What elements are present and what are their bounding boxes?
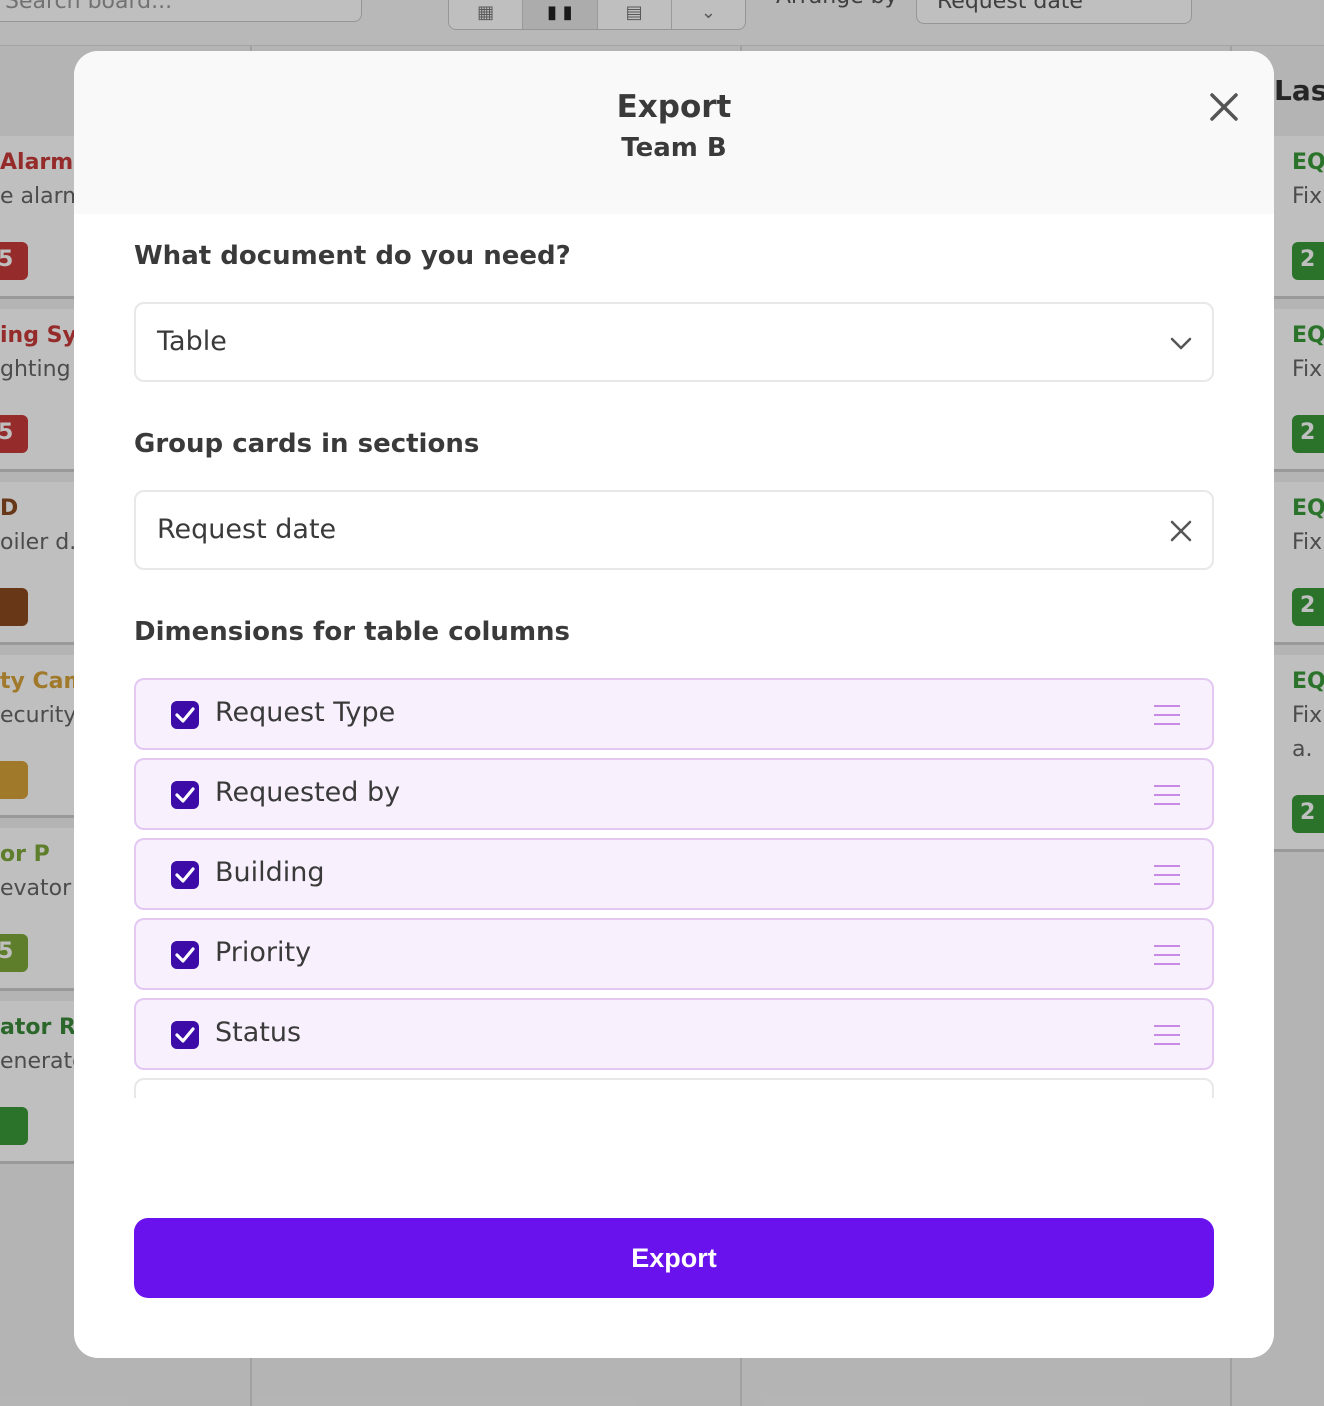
drag-handle-icon[interactable] xyxy=(1152,702,1182,728)
group-sections-label: Group cards in sections xyxy=(134,429,480,459)
dimension-row[interactable] xyxy=(134,1078,1214,1098)
modal-header: Export Team B xyxy=(74,51,1274,214)
dimension-row[interactable]: Status xyxy=(134,998,1214,1070)
modal-title: Export xyxy=(616,89,732,125)
export-modal: Export Team B What document do you need?… xyxy=(74,51,1274,1358)
dimension-label: Status xyxy=(215,1017,302,1048)
dimension-label: Building xyxy=(215,857,325,888)
document-type-select[interactable]: Table xyxy=(134,302,1214,382)
document-type-value: Table xyxy=(157,326,227,357)
dimension-row[interactable]: Priority xyxy=(134,918,1214,990)
dimensions-label: Dimensions for table columns xyxy=(134,617,571,647)
chevron-down-icon xyxy=(1170,337,1192,350)
drag-handle-icon[interactable] xyxy=(1152,782,1182,808)
drag-handle-icon[interactable] xyxy=(1152,942,1182,968)
drag-handle-icon[interactable] xyxy=(1152,1022,1182,1048)
dimension-row[interactable]: Building xyxy=(134,838,1214,910)
checkbox-checked-icon[interactable] xyxy=(170,940,200,970)
checkbox-checked-icon[interactable] xyxy=(170,780,200,810)
drag-handle-icon[interactable] xyxy=(1152,862,1182,888)
dimension-label: Request Type xyxy=(215,697,396,728)
close-button[interactable] xyxy=(1204,87,1244,127)
document-type-label: What document do you need? xyxy=(134,241,571,271)
checkbox-checked-icon[interactable] xyxy=(170,700,200,730)
dimension-row[interactable]: Request Type xyxy=(134,678,1214,750)
clear-icon[interactable] xyxy=(1164,514,1198,548)
dimension-row[interactable]: Requested by xyxy=(134,758,1214,830)
checkbox-checked-icon[interactable] xyxy=(170,1020,200,1050)
group-sections-select[interactable]: Request date xyxy=(134,490,1214,570)
export-button[interactable]: Export xyxy=(134,1218,1214,1298)
modal-subtitle: Team B xyxy=(621,133,727,163)
dimension-label: Priority xyxy=(215,937,312,968)
dimensions-list[interactable]: Request Type Requested by Building Prior… xyxy=(134,678,1214,1098)
checkbox-checked-icon[interactable] xyxy=(170,860,200,890)
group-sections-value: Request date xyxy=(157,514,337,545)
dimension-label: Requested by xyxy=(215,777,401,808)
close-icon xyxy=(1210,93,1238,121)
